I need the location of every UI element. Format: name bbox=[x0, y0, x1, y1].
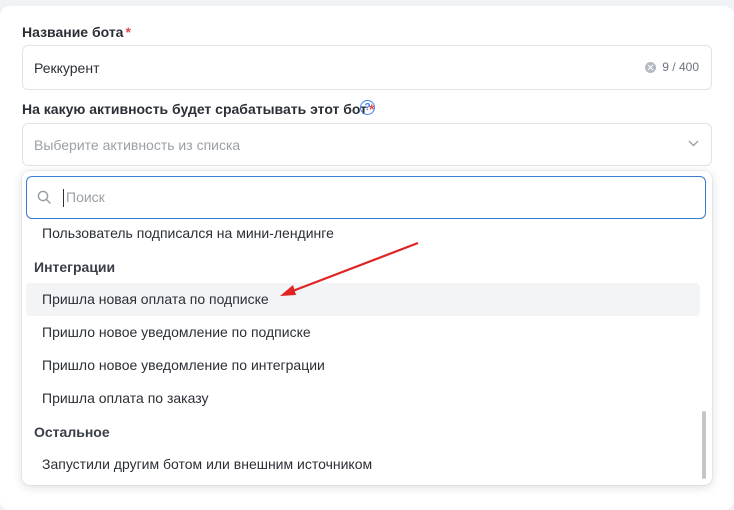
annotation-arrow bbox=[280, 241, 419, 296]
